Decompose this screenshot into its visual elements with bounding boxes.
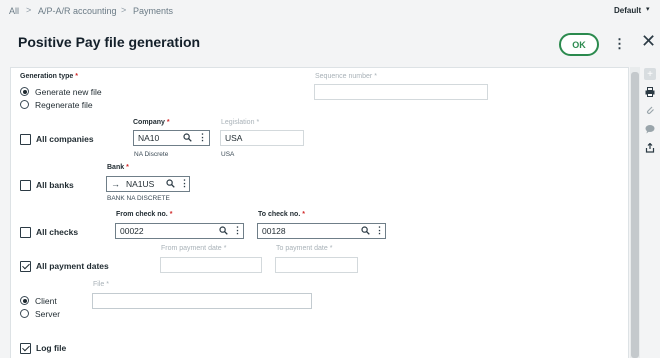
all-checks-label: All checks <box>36 227 79 237</box>
search-icon[interactable] <box>361 226 370 237</box>
file-field[interactable] <box>92 293 312 309</box>
generate-new-file-radio[interactable] <box>20 87 29 96</box>
breadcrumb-separator: > <box>26 5 32 15</box>
all-banks-label: All banks <box>36 180 74 190</box>
breadcrumb-payments[interactable]: Payments <box>133 6 173 16</box>
to-check-field[interactable]: 00128 ⋮ <box>257 223 386 239</box>
log-file-checkbox[interactable] <box>20 343 31 354</box>
all-checks-checkbox[interactable] <box>20 227 31 238</box>
from-check-value: 00022 <box>120 226 144 236</box>
comment-icon[interactable] <box>644 123 656 135</box>
form-panel <box>10 67 629 358</box>
company-label: Company * <box>133 119 170 126</box>
to-payment-date-label: To payment date * <box>276 245 333 252</box>
log-file-label: Log file <box>36 343 67 353</box>
more-vert-icon[interactable]: ⋮ <box>375 225 384 236</box>
search-icon[interactable] <box>183 133 192 144</box>
generate-new-file-label: Generate new file <box>35 87 102 97</box>
breadcrumb-all[interactable]: All <box>9 6 19 16</box>
arrow-right-icon[interactable]: → <box>111 179 120 189</box>
company-value: NA10 <box>138 133 160 143</box>
scrollbar-thumb[interactable] <box>631 72 639 358</box>
legislation-description: USA <box>221 151 235 158</box>
print-icon[interactable] <box>644 86 656 98</box>
client-label: Client <box>35 296 57 306</box>
search-icon[interactable] <box>166 179 175 190</box>
all-payment-dates-label: All payment dates <box>36 261 109 271</box>
server-radio[interactable] <box>20 309 29 318</box>
from-check-field[interactable]: 00022 ⋮ <box>115 223 244 239</box>
all-payment-dates-checkbox[interactable] <box>20 261 31 272</box>
legislation-field[interactable]: USA <box>220 130 304 146</box>
server-label: Server <box>35 309 61 319</box>
bank-description: BANK NA DISCRETE <box>107 195 170 202</box>
page-title: Positive Pay file generation <box>18 34 201 50</box>
more-vert-icon[interactable]: ⋮ <box>233 225 242 236</box>
sequence-number-label: Sequence number * <box>315 73 377 80</box>
search-icon[interactable] <box>219 226 228 237</box>
breadcrumb-separator: > <box>121 5 127 15</box>
export-icon[interactable] <box>644 142 656 154</box>
regenerate-file-label: Regenerate file <box>35 100 93 110</box>
default-selector[interactable]: Default <box>614 6 641 15</box>
bank-value: NA1US <box>126 179 155 189</box>
from-check-label: From check no. * <box>116 211 173 218</box>
more-vert-icon[interactable]: ⋮ <box>198 132 207 143</box>
regenerate-file-radio[interactable] <box>20 100 29 109</box>
add-icon[interactable]: + <box>644 68 656 80</box>
ok-button[interactable]: OK <box>559 33 599 56</box>
to-check-label: To check no. * <box>258 211 306 218</box>
close-icon[interactable]: ✕ <box>641 31 656 52</box>
legislation-label: Legislation * <box>221 119 260 126</box>
more-vert-icon[interactable]: ⋮ <box>180 178 189 189</box>
more-vert-icon[interactable]: ⋮ <box>613 36 626 52</box>
from-payment-date-field[interactable] <box>160 257 262 273</box>
generation-type-label: Generation type * <box>20 73 79 80</box>
company-description: NA Discrete <box>134 151 169 158</box>
sequence-number-field[interactable] <box>314 84 488 100</box>
to-payment-date-field[interactable] <box>275 257 358 273</box>
client-radio[interactable] <box>20 296 29 305</box>
bank-label: Bank * <box>107 164 129 171</box>
bank-field[interactable]: → NA1US ⋮ <box>106 176 190 192</box>
company-field[interactable]: NA10 ⋮ <box>133 130 210 146</box>
chevron-down-icon[interactable]: ▾ <box>646 5 650 13</box>
all-banks-checkbox[interactable] <box>20 180 31 191</box>
breadcrumb-ap-ar-accounting[interactable]: A/P-A/R accounting <box>38 6 117 16</box>
file-label: File * <box>93 281 110 288</box>
attachment-icon[interactable] <box>644 104 656 116</box>
all-companies-label: All companies <box>36 134 94 144</box>
to-check-value: 00128 <box>262 226 286 236</box>
all-companies-checkbox[interactable] <box>20 134 31 145</box>
from-payment-date-label: From payment date * <box>161 245 227 252</box>
